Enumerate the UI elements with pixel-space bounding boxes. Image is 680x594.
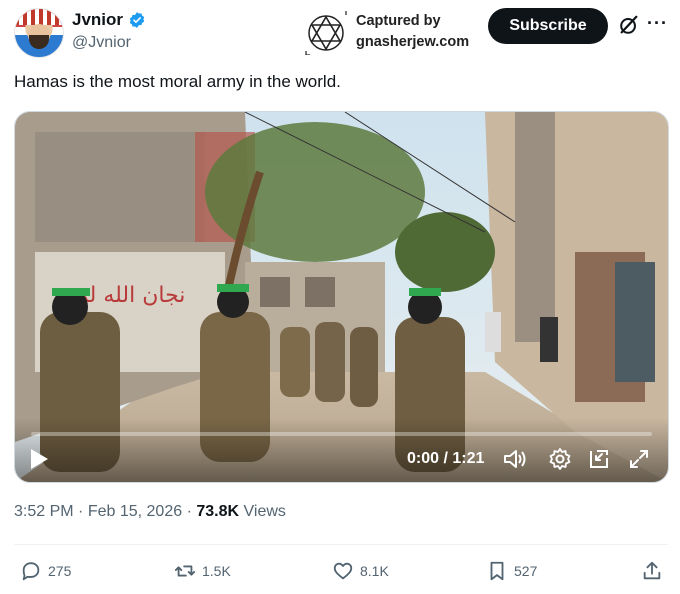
settings-icon[interactable] bbox=[548, 447, 572, 471]
like-count: 8.1K bbox=[360, 563, 389, 579]
repost-icon bbox=[174, 565, 196, 577]
tweet-video[interactable]: نجان الله لم 0:00 / 1:21 bbox=[14, 111, 669, 483]
watermark-line2: gnasherjew.com bbox=[356, 34, 470, 50]
more-icon[interactable]: ··· bbox=[647, 14, 669, 36]
author-name-row[interactable]: Jvnior bbox=[72, 10, 146, 30]
watermark-text: Captured by gnasherjew.com bbox=[356, 11, 469, 53]
video-controls: 0:00 / 1:21 bbox=[15, 418, 668, 482]
volume-icon[interactable] bbox=[503, 448, 527, 470]
avatar-scarf bbox=[15, 9, 63, 25]
author-avatar[interactable] bbox=[14, 8, 64, 58]
tweet-text: Hamas is the most moral army in the worl… bbox=[14, 72, 341, 91]
star-of-david-logo bbox=[305, 11, 347, 55]
subscribe-button[interactable]: Subscribe bbox=[488, 8, 608, 44]
divider bbox=[14, 544, 668, 545]
bookmark-count: 527 bbox=[514, 563, 538, 579]
share-icon bbox=[643, 561, 661, 580]
views-label: Views bbox=[243, 503, 286, 520]
author-handle[interactable]: @Jvnior bbox=[72, 34, 131, 52]
tweet-meta: 3:52 PM · Feb 15, 2026 · 73.8K Views bbox=[14, 503, 286, 521]
avatar-beard bbox=[29, 35, 49, 49]
share-button[interactable] bbox=[641, 560, 663, 582]
bookmark-button[interactable]: 527 bbox=[486, 560, 537, 582]
action-bar: 275 1.5K 8.1K 527 bbox=[14, 560, 669, 588]
reply-button[interactable]: 275 bbox=[20, 560, 71, 582]
meta-separator: · bbox=[78, 503, 84, 520]
views-count: 73.8K bbox=[196, 503, 240, 520]
video-progress-bar[interactable] bbox=[31, 432, 652, 436]
repost-count: 1.5K bbox=[202, 563, 231, 579]
reply-icon bbox=[22, 562, 40, 581]
watermark: Captured by gnasherjew.com bbox=[304, 9, 494, 57]
like-icon bbox=[333, 562, 353, 580]
tweet-time[interactable]: 3:52 PM bbox=[14, 503, 74, 520]
author-display-name[interactable]: Jvnior bbox=[72, 10, 123, 30]
grok-icon[interactable] bbox=[618, 14, 640, 36]
like-button[interactable]: 8.1K bbox=[332, 560, 389, 582]
meta-separator: · bbox=[186, 503, 192, 520]
verified-badge-icon bbox=[129, 12, 145, 28]
wall-graffiti: نجان الله لم bbox=[75, 283, 185, 308]
tweet-date[interactable]: Feb 15, 2026 bbox=[88, 503, 182, 520]
video-time: 0:00 / 1:21 bbox=[407, 450, 485, 467]
pip-icon[interactable] bbox=[587, 447, 611, 471]
reply-count: 275 bbox=[48, 563, 72, 579]
tweet-header: Jvnior @Jvnior Captured by gnasherjew.co… bbox=[14, 6, 669, 58]
bookmark-icon bbox=[490, 561, 504, 581]
play-icon[interactable] bbox=[29, 448, 49, 470]
repost-button[interactable]: 1.5K bbox=[174, 560, 231, 582]
watermark-line1: Captured by bbox=[356, 13, 441, 29]
fullscreen-icon[interactable] bbox=[628, 448, 650, 470]
